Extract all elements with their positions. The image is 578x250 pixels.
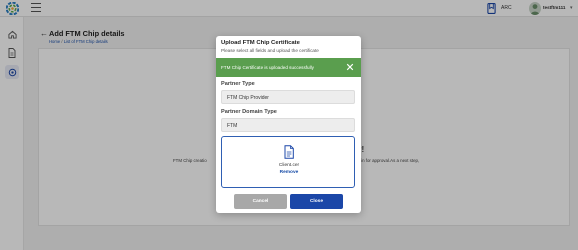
close-button[interactable]: Close <box>290 194 343 209</box>
modal-subtitle: Please select all fields and upload the … <box>221 48 319 53</box>
partner-type-label: Partner Type <box>221 81 255 87</box>
partner-domain-type-label: Partner Domain Type <box>221 109 277 115</box>
remove-file-link[interactable]: Remove <box>222 170 356 175</box>
cancel-button[interactable]: Cancel <box>234 194 287 209</box>
upload-certificate-modal: Upload FTM Chip Certificate Please selec… <box>216 36 361 213</box>
certificate-upload-box[interactable]: Client.cer Remove <box>221 136 355 188</box>
close-icon[interactable] <box>346 63 354 71</box>
modal-title: Upload FTM Chip Certificate <box>221 40 300 46</box>
partner-domain-type-field[interactable]: FTM <box>221 118 355 132</box>
uploaded-file-name: Client.cer <box>278 163 300 168</box>
success-alert: FTM Chip Certificate is uploaded success… <box>216 58 361 77</box>
file-icon <box>284 145 294 159</box>
success-alert-message: FTM Chip Certificate is uploaded success… <box>221 65 314 70</box>
partner-type-field[interactable]: FTM Chip Provider <box>221 90 355 104</box>
